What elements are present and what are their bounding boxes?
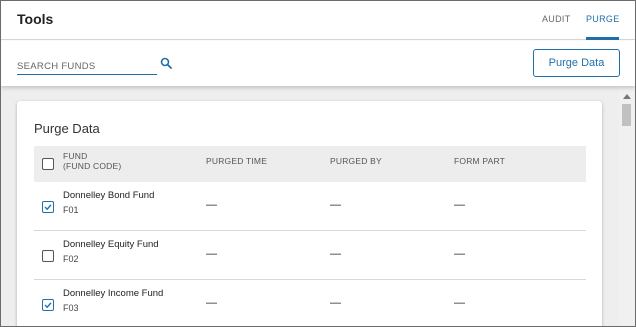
- column-header-purged-by[interactable]: PURGED BY: [330, 156, 382, 166]
- table-row: Donnelley Equity Fund F02 — — —: [34, 231, 586, 280]
- purged-time-cell: —: [206, 248, 217, 260]
- fund-code: F03: [63, 303, 79, 313]
- app-window: Tools AUDIT PURGE Purge Data Purge Data …: [0, 0, 636, 327]
- scroll-up-arrow-icon[interactable]: [623, 94, 631, 99]
- tab-audit[interactable]: AUDIT: [542, 14, 571, 24]
- checkmark-icon: [44, 204, 52, 211]
- vertical-scrollbar[interactable]: [619, 86, 635, 326]
- select-all-checkbox[interactable]: [42, 158, 54, 170]
- fund-name: Donnelley Income Fund: [63, 288, 164, 299]
- purged-time-cell: —: [206, 199, 217, 211]
- card-title: Purge Data: [34, 121, 100, 136]
- fund-name: Donnelley Bond Fund: [63, 190, 155, 201]
- purged-by-cell: —: [330, 297, 341, 309]
- scrollbar-thumb[interactable]: [622, 104, 631, 126]
- fund-name: Donnelley Equity Fund: [63, 239, 159, 250]
- fund-code: F02: [63, 254, 79, 264]
- column-header-form-part[interactable]: FORM PART: [454, 156, 505, 166]
- form-part-cell: —: [454, 248, 465, 260]
- fund-code: F01: [63, 205, 79, 215]
- form-part-cell: —: [454, 199, 465, 211]
- purge-data-button[interactable]: Purge Data: [533, 49, 620, 77]
- column-header-purged-time[interactable]: PURGED TIME: [206, 156, 267, 166]
- search-icon[interactable]: [160, 56, 172, 69]
- table-header: FUND (FUND CODE) PURGED TIME PURGED BY F…: [34, 146, 586, 182]
- content-area: Purge Data FUND (FUND CODE) PURGED TIME …: [1, 86, 635, 326]
- page-title: Tools: [17, 11, 54, 27]
- purged-by-cell: —: [330, 199, 341, 211]
- column-header-fund[interactable]: FUND (FUND CODE): [63, 151, 121, 171]
- active-tab-indicator: [586, 37, 619, 40]
- purged-time-cell: —: [206, 297, 217, 309]
- toolbar: Purge Data: [1, 41, 635, 86]
- row-checkbox[interactable]: [42, 299, 54, 311]
- search-funds-input[interactable]: [17, 54, 157, 75]
- column-header-fund-code-label: (FUND CODE): [63, 161, 122, 171]
- app-header: Tools AUDIT PURGE: [1, 1, 635, 40]
- table-row: Donnelley Bond Fund F01 — — —: [34, 182, 586, 231]
- tab-purge[interactable]: PURGE: [586, 14, 620, 24]
- table-row: Donnelley Income Fund F03 — — —: [34, 280, 586, 326]
- form-part-cell: —: [454, 297, 465, 309]
- purge-data-card: Purge Data FUND (FUND CODE) PURGED TIME …: [17, 101, 602, 326]
- row-checkbox[interactable]: [42, 250, 54, 262]
- purged-by-cell: —: [330, 248, 341, 260]
- column-header-fund-label: FUND: [63, 151, 88, 161]
- checkmark-icon: [44, 302, 52, 309]
- row-checkbox[interactable]: [42, 201, 54, 213]
